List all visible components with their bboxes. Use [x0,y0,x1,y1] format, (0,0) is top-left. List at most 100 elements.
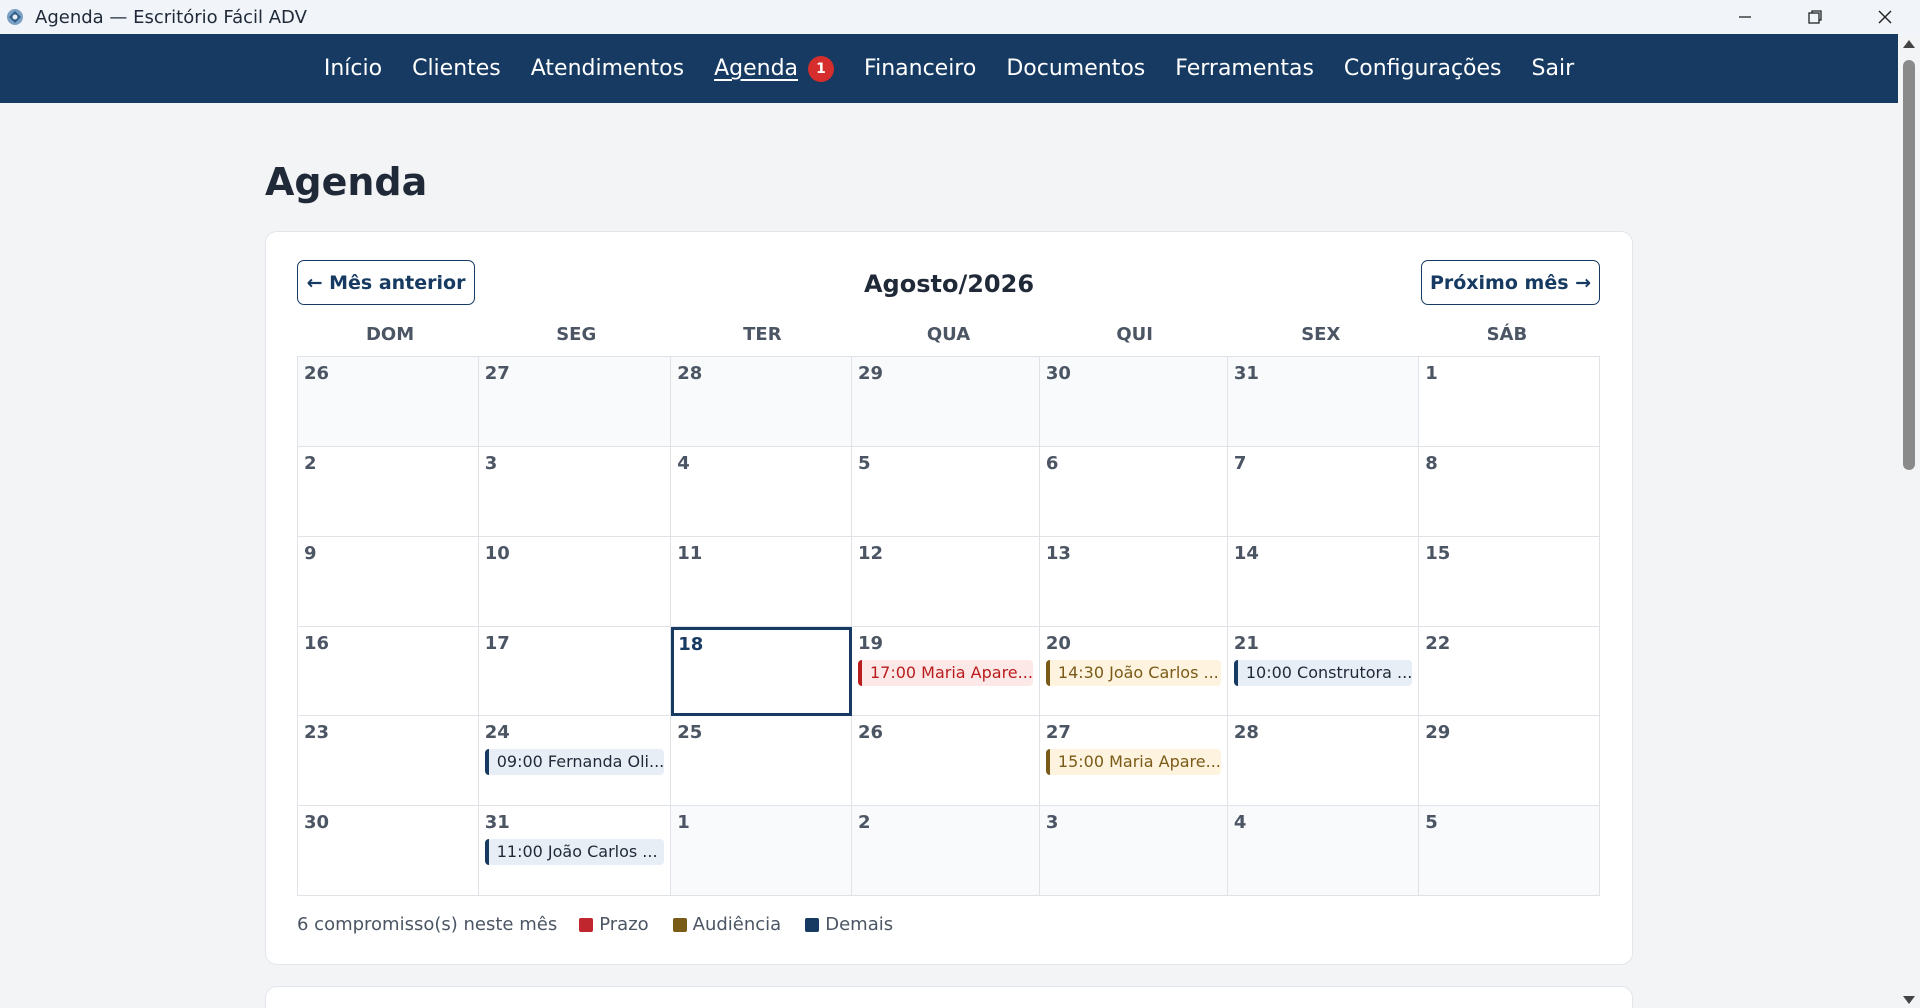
nav-item-sair[interactable]: Sair [1532,56,1575,81]
calendar-day-cell[interactable]: 9 [298,536,479,627]
calendar-day-cell[interactable]: 3 [1039,806,1228,896]
day-number: 9 [304,542,317,564]
day-number: 30 [1045,363,1071,384]
day-number: 27 [1045,722,1071,744]
nav-item-documentos[interactable]: Documentos [1006,56,1145,81]
calendar-day-cell-today[interactable]: 18 [671,626,852,717]
calendar-event-audiencia[interactable]: 15:00 Maria Apare... [1045,749,1221,776]
calendar-day-cell[interactable]: 23 [298,716,479,807]
calendar-day-cell[interactable]: 26 [298,357,479,447]
calendar-day-cell[interactable]: 28 [1227,716,1420,807]
legend-swatch [672,917,687,932]
calendar-day-cell[interactable]: 11 [671,536,852,627]
nav-item-inicio[interactable]: Início [324,56,382,81]
calendar-day-cell[interactable]: 4 [671,446,852,537]
calendar-day-cell[interactable]: 24 09:00 Fernanda Oli... [478,716,672,807]
scroll-thumb[interactable] [1903,60,1915,470]
calendar-day-cell[interactable]: 8 [1419,446,1600,537]
calendar-event-audiencia[interactable]: 14:30 João Carlos ... [1045,659,1221,686]
calendar-day-cell[interactable]: 27 [478,357,672,447]
close-button[interactable] [1850,0,1920,34]
calendar-day-cell[interactable]: 15 [1419,536,1600,627]
scroll-down-icon[interactable] [1903,996,1915,1004]
calendar-day-cell[interactable]: 26 [851,716,1040,807]
minimize-button[interactable] [1710,0,1780,34]
day-number: 3 [1045,812,1059,834]
legend-swatch [805,917,820,932]
nav-label: Início [323,56,383,81]
calendar-day-cell[interactable]: 22 [1419,626,1600,717]
next-month-button[interactable]: Próximo mês → [1421,260,1600,305]
nav-item-financeiro[interactable]: Financeiro [864,56,976,81]
calendar-day-cell[interactable]: 19 17:00 Maria Apare... [851,626,1040,717]
calendar-day-cell[interactable]: 16 [298,626,479,717]
calendar-event-demais[interactable]: 11:00 João Carlos ... [484,839,665,866]
day-number: 6 [1045,452,1059,474]
nav-label: Clientes [412,56,501,81]
day-number: 26 [304,363,330,384]
day-number: 4 [677,452,690,474]
day-number: 23 [304,722,330,744]
day-number: 18 [678,633,704,655]
day-number: 2 [857,812,871,834]
calendar-day-cell[interactable]: 7 [1227,446,1420,537]
restore-icon [1808,10,1822,24]
calendar-day-cell[interactable]: 2 [298,446,479,537]
calendar-day-cell[interactable]: 3 [478,446,672,537]
day-number: 13 [1045,542,1071,564]
calendar-day-cell[interactable]: 1 [1419,357,1600,447]
calendar-day-cell[interactable]: 31 [1227,357,1420,447]
calendar-day-cell[interactable]: 21 10:00 Construtora ... [1227,626,1420,717]
day-number: 28 [677,363,703,384]
calendar-day-cell[interactable]: 1 [671,806,852,896]
nav-item-configuracoes[interactable]: Configurações [1344,56,1502,81]
calendar-event-prazo[interactable]: 17:00 Maria Apare... [857,659,1033,686]
calendar-day-cell[interactable]: 27 15:00 Maria Apare... [1039,716,1228,807]
calendar-day-cell[interactable]: 5 [851,446,1040,537]
calendar-day-cell[interactable]: 29 [1419,716,1600,807]
calendar-day-cell[interactable]: 5 [1419,806,1600,896]
calendar-event-demais[interactable]: 09:00 Fernanda Oli... [484,749,665,776]
calendar-card: ← Mês anterior Agosto/2026 Próximo mês →… [265,231,1633,965]
scroll-up-icon[interactable] [1903,40,1915,48]
day-number: 12 [857,542,884,564]
calendar-day-cell[interactable]: 6 [1039,446,1228,537]
restore-button[interactable] [1780,0,1850,34]
day-number: 1 [677,812,690,834]
calendar-day-cell[interactable]: 14 [1227,536,1420,627]
calendar-day-cell[interactable]: 20 14:30 João Carlos ... [1039,626,1228,717]
calendar-day-cell[interactable]: 4 [1227,806,1420,896]
day-number: 1 [1425,363,1438,384]
day-number: 28 [1233,722,1259,744]
day-number: 11 [677,542,703,564]
day-number: 30 [304,812,330,834]
calendar-day-cell[interactable]: 10 [478,536,672,627]
vertical-scrollbar[interactable] [1898,34,1920,1008]
legend-item-demais: Demais [805,914,893,935]
calendar-day-cell[interactable]: 30 [298,806,479,896]
nav-item-ferramentas[interactable]: Ferramentas [1175,56,1314,81]
calendar-day-cell[interactable]: 2 [851,806,1040,896]
day-number: 2 [304,452,317,474]
calendar-day-cell[interactable]: 28 [671,357,852,447]
legend-label: Audiência [692,914,782,935]
nav-item-agenda[interactable]: Agenda 1 [714,55,835,82]
calendar-event-demais[interactable]: 10:00 Construtora ... [1233,659,1413,686]
secondary-card [265,986,1633,1008]
calendar-day-cell[interactable]: 17 [478,626,672,717]
legend-item-prazo: Prazo [579,914,649,935]
day-number: 24 [484,722,510,744]
day-number: 21 [1233,632,1259,654]
calendar-day-cell[interactable]: 25 [671,716,852,807]
nav-item-atendimentos[interactable]: Atendimentos [531,56,684,81]
day-number: 22 [1425,632,1451,654]
calendar-day-cell[interactable]: 30 [1039,357,1228,447]
calendar-day-cell[interactable]: 29 [851,357,1040,447]
calendar-day-cell[interactable]: 12 [851,536,1040,627]
day-number: 31 [1233,363,1259,384]
nav-item-clientes[interactable]: Clientes [412,56,501,81]
day-number: 31 [484,812,510,834]
calendar-day-cell[interactable]: 13 [1039,536,1228,627]
calendar-day-cell[interactable]: 31 11:00 João Carlos ... [478,806,672,896]
minimize-icon [1739,16,1751,18]
